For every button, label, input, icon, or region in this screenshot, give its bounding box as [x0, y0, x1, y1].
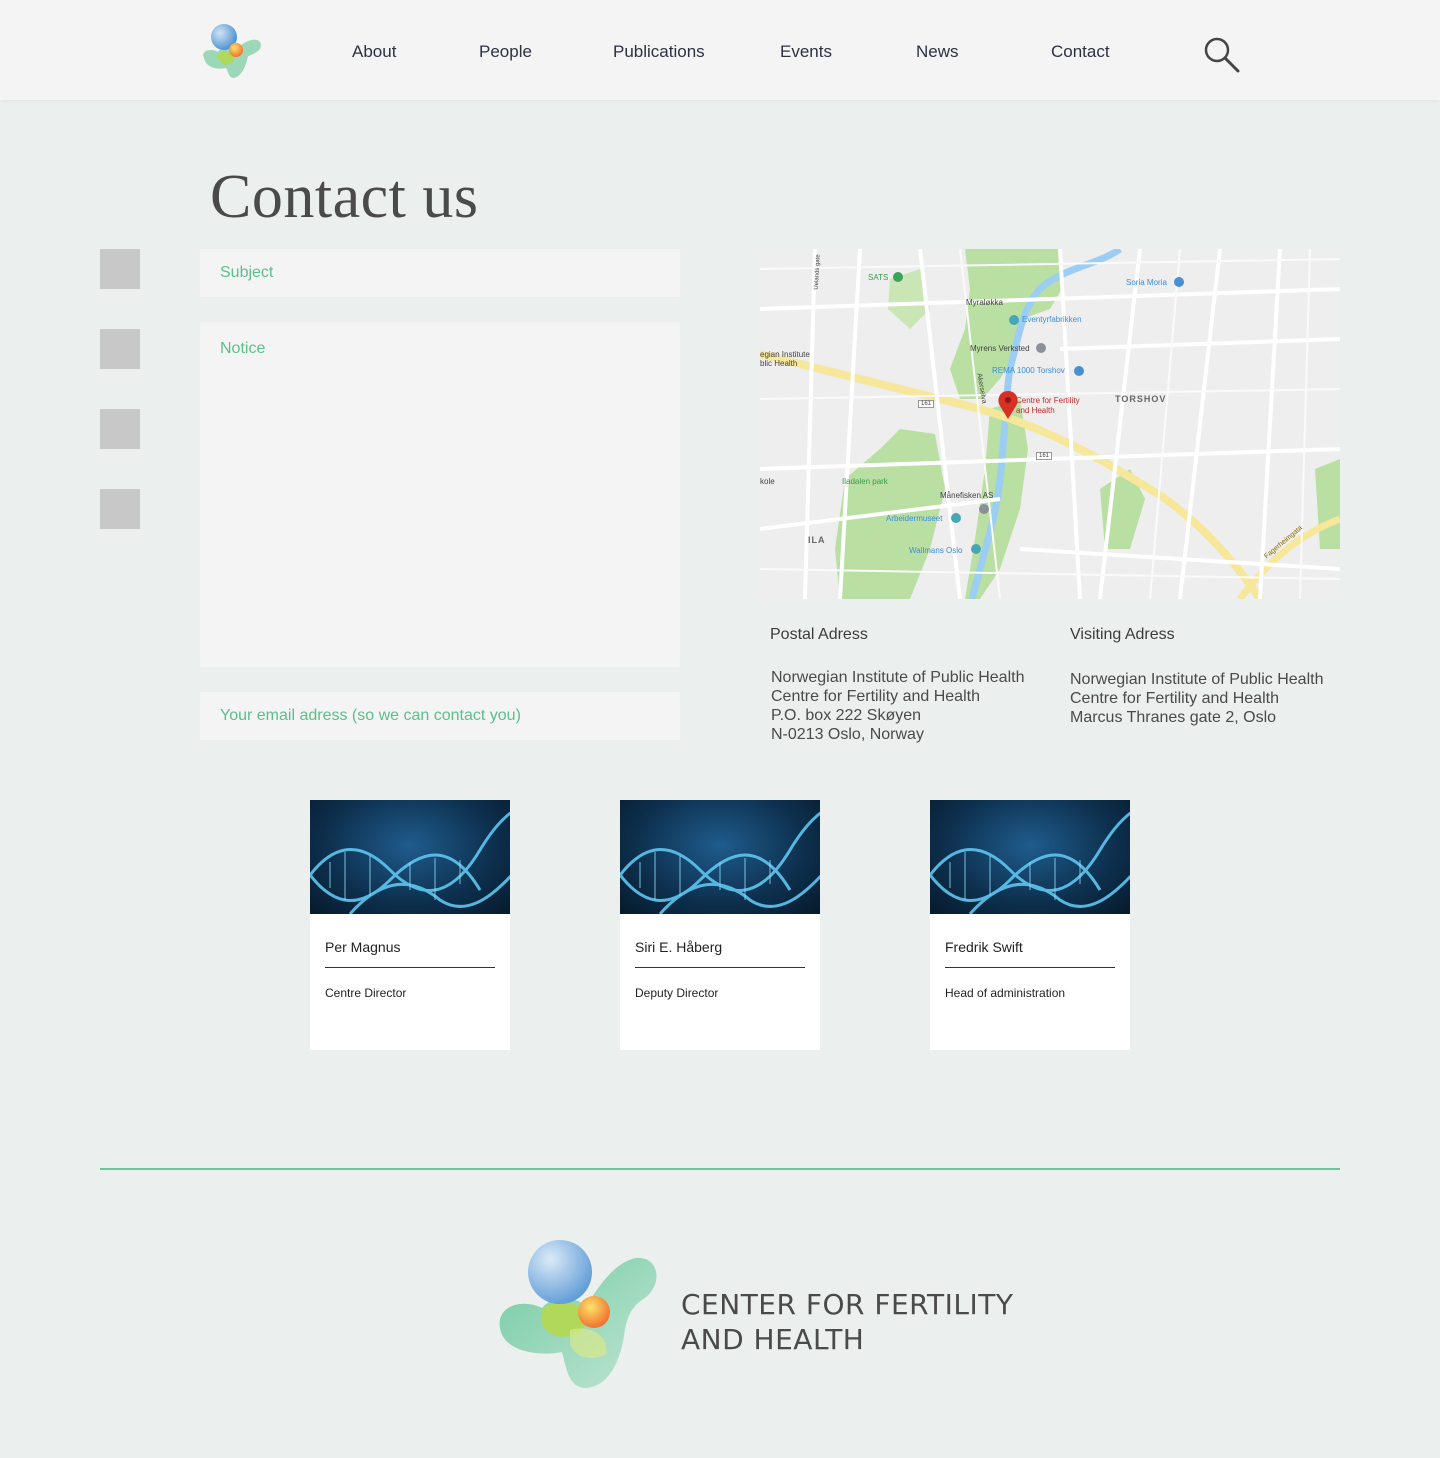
- map-label-eventyrfabrikken: Eventyrfabrikken: [1022, 315, 1082, 324]
- map-label-torshov: TORSHOV: [1115, 394, 1167, 404]
- visiting-address: Norwegian Institute of Public Health Cen…: [1070, 670, 1323, 727]
- side-button-4[interactable]: [100, 489, 140, 529]
- map-label-manefisken: Månefisken AS: [940, 491, 994, 500]
- location-map[interactable]: SATS Soria Moria Myraløkka Eventyrfabrik…: [760, 249, 1340, 599]
- person-role: Deputy Director: [635, 986, 719, 1000]
- dna-helix-icon: [620, 811, 820, 914]
- notice-textarea[interactable]: [200, 322, 680, 667]
- map-label-centre-1: Centre for Fertility: [1016, 396, 1080, 405]
- map-label-myralokka: Myraløkka: [966, 298, 1003, 307]
- side-button-2[interactable]: [100, 329, 140, 369]
- nav-contact[interactable]: Contact: [1051, 42, 1110, 62]
- dna-image: [310, 800, 510, 914]
- map-label-rema: REMA 1000 Torshov: [992, 366, 1065, 375]
- nav-about[interactable]: About: [352, 42, 396, 62]
- map-graphic: [760, 249, 1340, 599]
- person-name: Fredrik Swift: [945, 939, 1023, 955]
- footer-brand-text: CENTER FOR FERTILITY AND HEALTH: [681, 1287, 1013, 1357]
- visiting-line-2: Centre for Fertility and Health: [1070, 690, 1279, 707]
- dna-image: [930, 800, 1130, 914]
- visiting-line-1: Norwegian Institute of Public Health: [1070, 671, 1324, 688]
- footer-divider: [100, 1168, 1340, 1170]
- nav-people[interactable]: People: [479, 42, 532, 62]
- map-label-centre-2: and Health: [1016, 406, 1055, 415]
- divider: [945, 967, 1115, 968]
- dna-image: [620, 800, 820, 914]
- map-label-ila: ILA: [808, 535, 826, 545]
- site-header: About People Publications Events News Co…: [0, 0, 1440, 100]
- person-role: Centre Director: [325, 986, 407, 1000]
- postal-line-3: P.O. box 222 Skøyen: [771, 707, 922, 724]
- visiting-line-3: Marcus Thranes gate 2, Oslo: [1070, 709, 1277, 726]
- postal-line-4: N-0213 Oslo, Norway: [771, 726, 924, 743]
- map-label-kole: kole: [760, 477, 775, 486]
- map-label-sats: SATS: [868, 273, 889, 282]
- map-label-road-161b: 161: [1036, 452, 1053, 460]
- person-card[interactable]: Siri E. Håberg Deputy Director: [620, 800, 820, 1050]
- page-title: Contact us: [210, 163, 479, 231]
- person-name: Per Magnus: [325, 939, 401, 955]
- map-label-road-161a: 161: [918, 400, 935, 408]
- divider: [635, 967, 805, 968]
- dna-helix-icon: [310, 811, 510, 914]
- divider: [325, 967, 495, 968]
- map-label-soria-moria: Soria Moria: [1126, 278, 1167, 287]
- side-button-3[interactable]: [100, 409, 140, 449]
- postal-line-1: Norwegian Institute of Public Health: [771, 669, 1025, 686]
- subject-input[interactable]: [200, 249, 680, 297]
- nav-publications[interactable]: Publications: [613, 42, 705, 62]
- person-role: Head of administration: [945, 986, 1066, 1000]
- postal-address: Norwegian Institute of Public Health Cen…: [771, 668, 1024, 744]
- person-card[interactable]: Per Magnus Centre Director: [310, 800, 510, 1050]
- footer-logo-icon: [499, 1240, 657, 1388]
- map-label-arbeidermuseet: Arbeidermuseet: [886, 514, 943, 523]
- map-label-institute-2: blic Health: [760, 359, 798, 368]
- postal-heading: Postal Adress: [770, 626, 868, 643]
- visiting-heading: Visiting Adress: [1070, 626, 1175, 643]
- map-label-institute-1: egian Institute: [760, 350, 810, 359]
- search-icon[interactable]: [1202, 35, 1240, 73]
- map-label-myrens-verksted: Myrens Verksted: [970, 344, 1030, 353]
- map-label-wallmans: Wallmans Oslo: [909, 546, 963, 555]
- footer-brand-line-1: CENTER FOR FERTILITY: [681, 1288, 1014, 1321]
- dna-helix-icon: [930, 811, 1130, 914]
- side-button-1[interactable]: [100, 249, 140, 289]
- person-name: Siri E. Håberg: [635, 939, 723, 955]
- nav-events[interactable]: Events: [780, 42, 832, 62]
- person-card[interactable]: Fredrik Swift Head of administration: [930, 800, 1130, 1050]
- nav-news[interactable]: News: [916, 42, 959, 62]
- footer-brand-line-2: AND HEALTH: [681, 1323, 865, 1356]
- postal-line-2: Centre for Fertility and Health: [771, 688, 980, 705]
- map-label-iladalen: Iladalen park: [842, 477, 888, 486]
- logo-icon[interactable]: [198, 22, 264, 80]
- email-input[interactable]: [200, 692, 680, 740]
